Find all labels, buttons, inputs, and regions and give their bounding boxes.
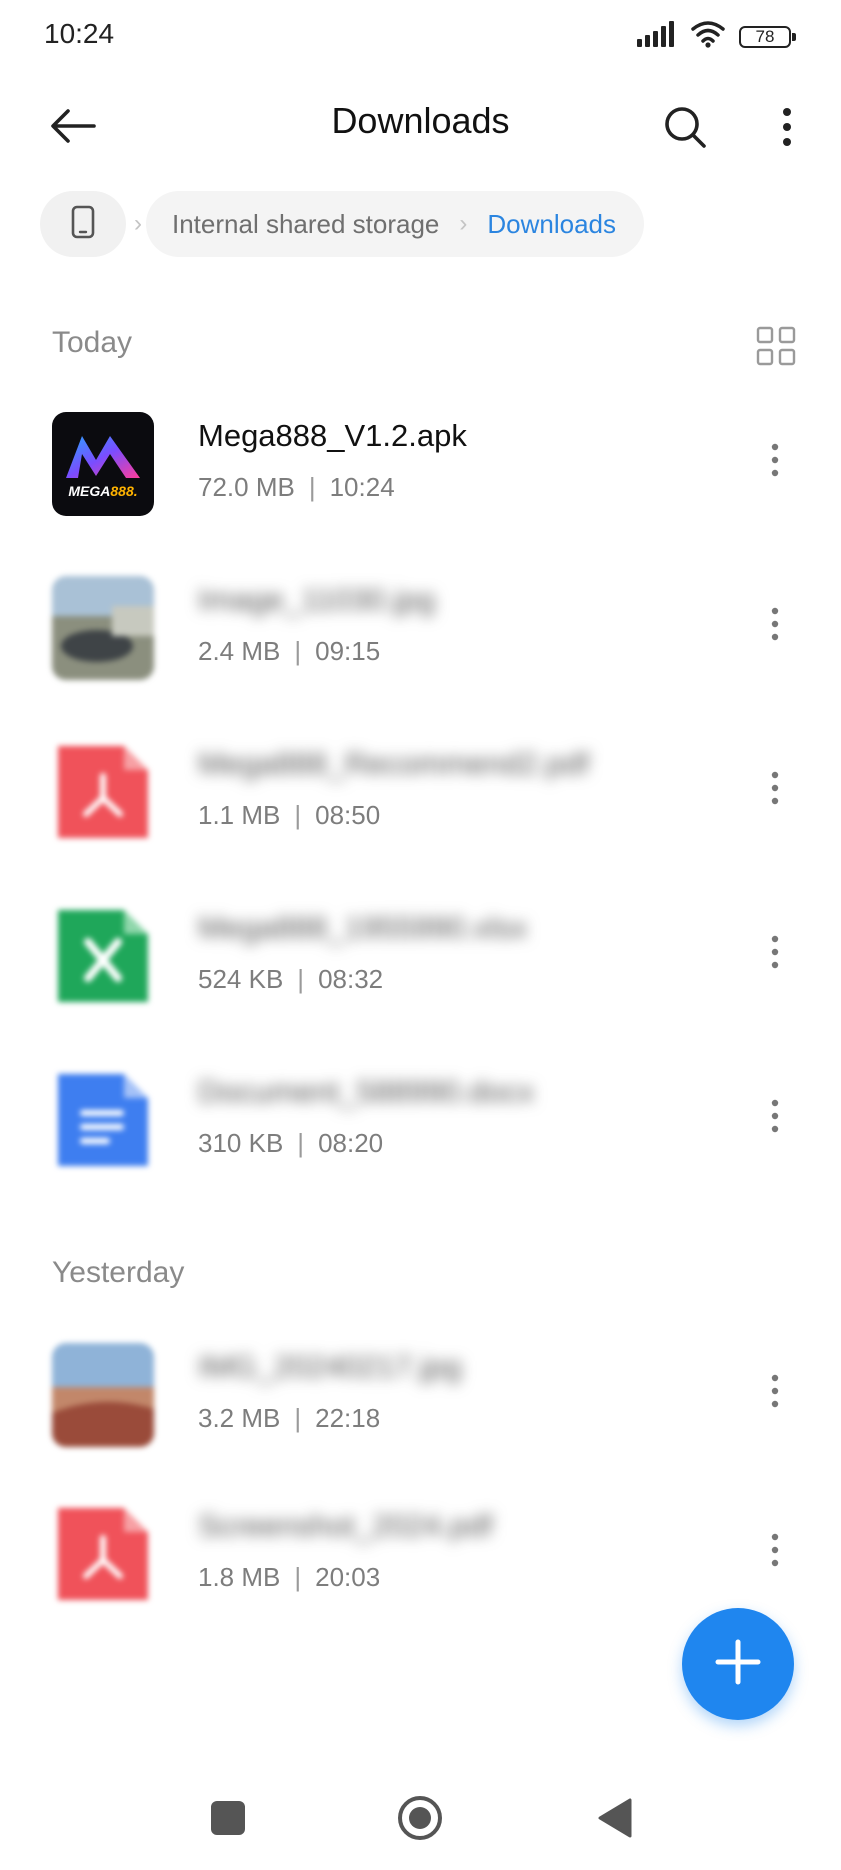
file-size: 1.8 MB <box>198 1562 281 1592</box>
file-meta: 72.0 MB | 10:24 <box>198 472 395 503</box>
file-name: Mega888_V1.2.apk <box>198 418 467 453</box>
file-name: Mega888_1955990.xlsx <box>198 910 528 945</box>
file-row[interactable]: MEGA888. Mega888_V1.2.apk 72.0 MB | 10:24 <box>0 402 841 522</box>
meta-separator: | <box>294 1562 302 1592</box>
doc-icon <box>52 1068 154 1172</box>
more-vert-icon <box>771 1099 779 1138</box>
file-more-button[interactable] <box>760 1088 790 1148</box>
file-time: 10:24 <box>329 472 395 502</box>
file-name: Document_588990.docx <box>198 1074 535 1109</box>
system-nav-bar <box>0 1770 841 1870</box>
file-row[interactable]: Mega888_1955990.xlsx 524 KB | 08:32 <box>0 894 841 1014</box>
apk-app-icon: MEGA888. <box>52 412 154 516</box>
nav-back-button[interactable] <box>586 1792 642 1848</box>
section-header-today: Today <box>52 326 133 359</box>
breadcrumb-device-button[interactable] <box>40 191 126 257</box>
meta-separator: | <box>294 800 302 830</box>
file-time: 08:20 <box>318 1128 384 1158</box>
back-triangle-icon <box>596 1798 632 1843</box>
file-row[interactable]: Screenshot_2024.pdf 1.8 MB | 20:03 <box>0 1492 841 1612</box>
file-name: IMG_20240217.jpg <box>198 1349 462 1384</box>
file-name: Screenshot_2024.pdf <box>198 1508 493 1543</box>
file-meta: 2.4 MB | 09:15 <box>198 636 380 667</box>
breadcrumb-item-storage[interactable]: Internal shared storage <box>172 209 439 240</box>
file-row[interactable]: IMG_20240217.jpg 3.2 MB | 22:18 <box>0 1333 841 1453</box>
more-vert-icon <box>771 607 779 646</box>
more-vert-icon <box>782 107 792 152</box>
chevron-right-icon: › <box>459 210 468 237</box>
file-size: 310 KB <box>198 1128 284 1158</box>
add-fab-button[interactable] <box>682 1608 794 1720</box>
file-size: 2.4 MB <box>198 636 281 666</box>
breadcrumb-path: Internal shared storage › Downloads <box>146 191 645 257</box>
file-time: 08:50 <box>315 800 381 830</box>
file-meta: 1.8 MB | 20:03 <box>198 1562 380 1593</box>
breadcrumb-item-downloads[interactable]: Downloads <box>487 209 616 240</box>
file-row[interactable]: Mega888_Recommend2.pdf 1.1 MB | 08:50 <box>0 730 841 850</box>
meta-separator: | <box>297 1128 305 1158</box>
pdf-icon <box>52 1502 154 1606</box>
file-meta: 1.1 MB | 08:50 <box>198 800 380 831</box>
section-header-yesterday: Yesterday <box>52 1256 185 1289</box>
meta-separator: | <box>294 636 302 666</box>
file-row[interactable]: Document_588990.docx 310 KB | 08:20 <box>0 1058 841 1178</box>
file-time: 22:18 <box>315 1403 381 1433</box>
file-size: 3.2 MB <box>198 1403 281 1433</box>
wifi-icon <box>691 20 725 53</box>
file-size: 72.0 MB <box>198 472 295 502</box>
grid-view-toggle[interactable] <box>756 326 796 366</box>
file-more-button[interactable] <box>760 924 790 984</box>
excel-icon <box>52 904 154 1008</box>
grid-view-icon <box>756 326 796 370</box>
meta-separator: | <box>294 1403 302 1433</box>
file-more-button[interactable] <box>760 1522 790 1582</box>
file-time: 08:32 <box>318 964 384 994</box>
meta-separator: | <box>308 472 316 502</box>
more-vert-icon <box>771 1533 779 1572</box>
back-button[interactable] <box>38 98 108 158</box>
signal-icon <box>637 21 677 52</box>
pdf-icon <box>52 740 154 844</box>
home-button[interactable] <box>392 1792 448 1848</box>
file-name: Image_11030.jpg <box>198 582 436 617</box>
file-meta: 310 KB | 08:20 <box>198 1128 383 1159</box>
svg-text:MEGA888.: MEGA888. <box>68 483 137 499</box>
image-thumbnail <box>52 576 154 680</box>
chevron-right-icon: › <box>134 210 142 237</box>
file-more-button[interactable] <box>760 1363 790 1423</box>
more-vert-icon <box>771 935 779 974</box>
more-options-button[interactable] <box>752 96 822 162</box>
image-thumbnail <box>52 1343 154 1447</box>
search-button[interactable] <box>650 96 720 162</box>
back-arrow-icon <box>50 108 96 149</box>
file-row[interactable]: Image_11030.jpg 2.4 MB | 09:15 <box>0 566 841 686</box>
recents-button[interactable] <box>200 1792 256 1848</box>
file-more-button[interactable] <box>760 596 790 656</box>
search-icon <box>663 105 707 154</box>
file-time: 09:15 <box>315 636 381 666</box>
status-bar: 10:24 78 <box>0 0 841 70</box>
more-vert-icon <box>771 771 779 810</box>
more-vert-icon <box>771 443 779 482</box>
meta-separator: | <box>297 964 305 994</box>
file-more-button[interactable] <box>760 760 790 820</box>
recents-square-icon <box>210 1800 246 1841</box>
file-meta: 524 KB | 08:32 <box>198 964 383 995</box>
status-time: 10:24 <box>44 18 115 49</box>
file-size: 524 KB <box>198 964 284 994</box>
more-vert-icon <box>771 1374 779 1413</box>
file-more-button[interactable] <box>760 432 790 492</box>
file-name: Mega888_Recommend2.pdf <box>198 746 590 781</box>
file-time: 20:03 <box>315 1562 381 1592</box>
status-icons: 78 <box>637 20 796 53</box>
file-meta: 3.2 MB | 22:18 <box>198 1403 380 1434</box>
phone-icon <box>71 205 95 244</box>
app-bar: Downloads <box>0 80 841 170</box>
home-circle-icon <box>397 1795 443 1846</box>
plus-icon <box>714 1638 762 1691</box>
breadcrumb: › Internal shared storage › Downloads <box>40 190 645 258</box>
battery-icon: 78 <box>739 25 796 48</box>
file-size: 1.1 MB <box>198 800 281 830</box>
